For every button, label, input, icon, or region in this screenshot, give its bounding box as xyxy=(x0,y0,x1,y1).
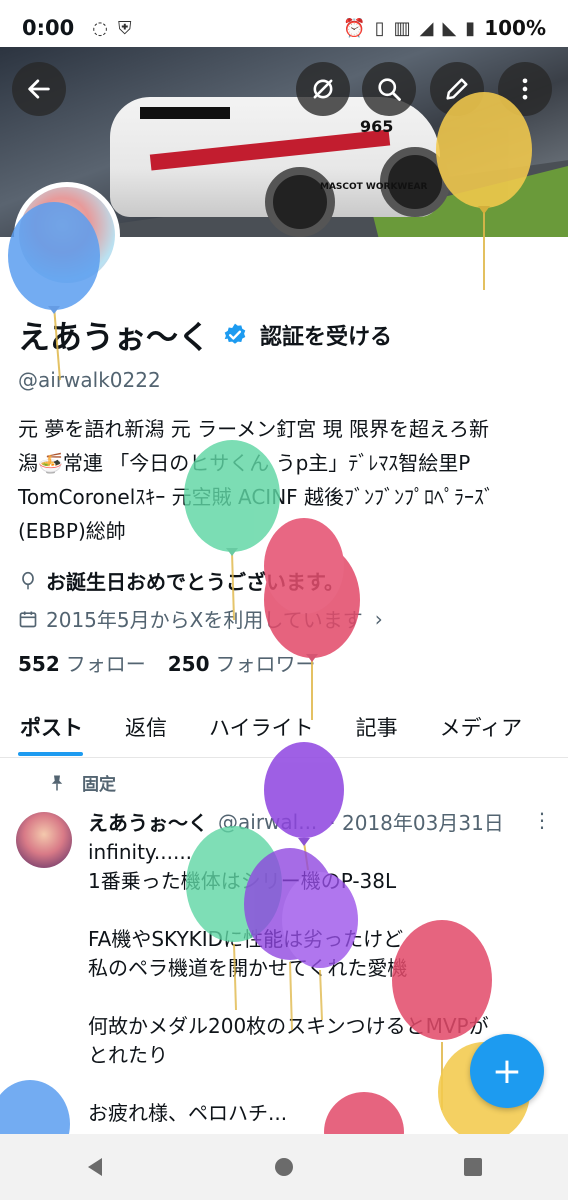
data-saver-icon: ◌ xyxy=(92,17,108,39)
post-header: えあうぉ〜く @airwal... · 2018年03月31日 xyxy=(88,807,504,836)
nav-recents-button[interactable] xyxy=(453,1147,493,1187)
status-time: 0:00 xyxy=(22,16,75,40)
pinned-label: 固定 xyxy=(82,775,116,795)
nav-back-button[interactable] xyxy=(75,1147,115,1187)
signal-icon: ◣ xyxy=(442,17,457,39)
nfc-icon: ▯ xyxy=(374,17,385,39)
pencil-icon xyxy=(446,78,468,100)
banner-car-wheel xyxy=(265,167,335,237)
avatar-image xyxy=(19,187,115,283)
profile-avatar[interactable] xyxy=(14,182,120,288)
post-author-handle[interactable]: @airwal... xyxy=(218,810,317,834)
arrow-left-icon xyxy=(28,79,50,99)
banner-car-wing xyxy=(140,107,230,119)
compose-button[interactable]: + xyxy=(470,1034,544,1108)
tab-highlights[interactable]: ハイライト xyxy=(189,700,336,757)
post-date[interactable]: · 2018年03月31日 xyxy=(329,807,504,836)
eye-off-icon xyxy=(313,79,333,99)
birthday-text: お誕生日おめでとうございます。 xyxy=(46,570,344,594)
bio-line: TomCoronelｽｷｰ 元空賊 ACINF 越後ﾌﾞﾝﾌﾞﾝﾌﾟﾛﾍﾟﾗｰｽ… xyxy=(18,485,495,509)
profile-handle: @airwalk0222 xyxy=(18,368,161,392)
nav-home-button[interactable] xyxy=(264,1147,304,1187)
more-vertical-icon xyxy=(522,78,528,100)
verified-badge-icon[interactable] xyxy=(222,322,248,348)
alarm-icon: ⏰ xyxy=(343,17,366,39)
calendar-icon xyxy=(19,611,37,627)
profile-tabs: ポスト 返信 ハイライト 記事 メディア xyxy=(0,700,568,758)
circle-home-icon xyxy=(274,1158,293,1176)
balloon-icon xyxy=(22,571,34,589)
status-right: ⏰ ▯ ▥ ◢ ◣ ▮ 100% xyxy=(343,16,546,40)
get-verified-link[interactable]: 認証を受ける xyxy=(260,319,392,351)
pinned-indicator: 固定 xyxy=(48,770,116,795)
bio-line: 元 夢を語れ新潟 元 ラーメン釘宮 現 限界を超えろ新 xyxy=(18,417,489,441)
follow-counts: 552 フォロー 250 フォロワー xyxy=(18,648,316,677)
followers-count: 250 xyxy=(167,652,210,676)
tab-posts[interactable]: ポスト xyxy=(0,700,105,757)
followers-link[interactable]: 250 フォロワー xyxy=(168,648,316,677)
more-button[interactable] xyxy=(498,62,552,116)
battery-percent: 100% xyxy=(484,16,546,40)
profile-bio: 元 夢を語れ新潟 元 ラーメン釘宮 現 限界を超えろ新 潟🍜常連 「今日のヒサく… xyxy=(18,412,554,548)
system-navigation-bar xyxy=(0,1134,568,1200)
following-count: 552 xyxy=(18,652,60,676)
joined-row[interactable]: 2015年5月からXを利用しています › xyxy=(18,604,383,633)
hide-button[interactable] xyxy=(296,62,350,116)
plus-icon: + xyxy=(491,1050,523,1092)
pin-icon xyxy=(51,775,63,790)
post-more-icon[interactable]: ⋮ xyxy=(532,808,552,832)
followers-label: フォロワー xyxy=(215,652,316,676)
tab-articles[interactable]: 記事 xyxy=(336,700,420,757)
chevron-right-icon: › xyxy=(374,606,383,631)
edit-button[interactable] xyxy=(430,62,484,116)
joined-text: 2015年5月からXを利用しています xyxy=(46,608,363,632)
birthday-row: お誕生日おめでとうございます。 xyxy=(18,566,344,595)
tab-replies[interactable]: 返信 xyxy=(105,700,189,757)
search-button[interactable] xyxy=(362,62,416,116)
shield-icon: ⛨ xyxy=(117,17,132,39)
banner-car-number: 965 xyxy=(360,117,394,136)
following-link[interactable]: 552 フォロー xyxy=(18,648,146,677)
tab-media[interactable]: メディア xyxy=(420,700,545,757)
battery-icon: ▮ xyxy=(465,17,476,39)
bio-line: (EBBP)総帥 xyxy=(18,519,126,543)
vibrate-icon: ▥ xyxy=(393,17,411,39)
back-button[interactable] xyxy=(12,62,66,116)
square-recents-icon xyxy=(464,1158,483,1176)
triangle-back-icon xyxy=(87,1158,102,1176)
post-author-name[interactable]: えあうぉ〜く xyxy=(88,807,208,836)
following-label: フォロー xyxy=(65,652,146,676)
post-avatar[interactable] xyxy=(16,812,72,868)
banner-car-brand: MASCOT WORKWEAR xyxy=(320,182,428,192)
profile-name-row: えあうぉ〜く 認証を受ける xyxy=(18,312,392,358)
search-icon xyxy=(378,78,401,101)
bio-line: 潟🍜常連 「今日のヒサくん うp主」ﾃﾞﾚﾏｽ智絵里P xyxy=(18,451,471,475)
profile-name: えあうぉ〜く xyxy=(18,318,211,356)
wifi-icon: ◢ xyxy=(419,17,434,39)
